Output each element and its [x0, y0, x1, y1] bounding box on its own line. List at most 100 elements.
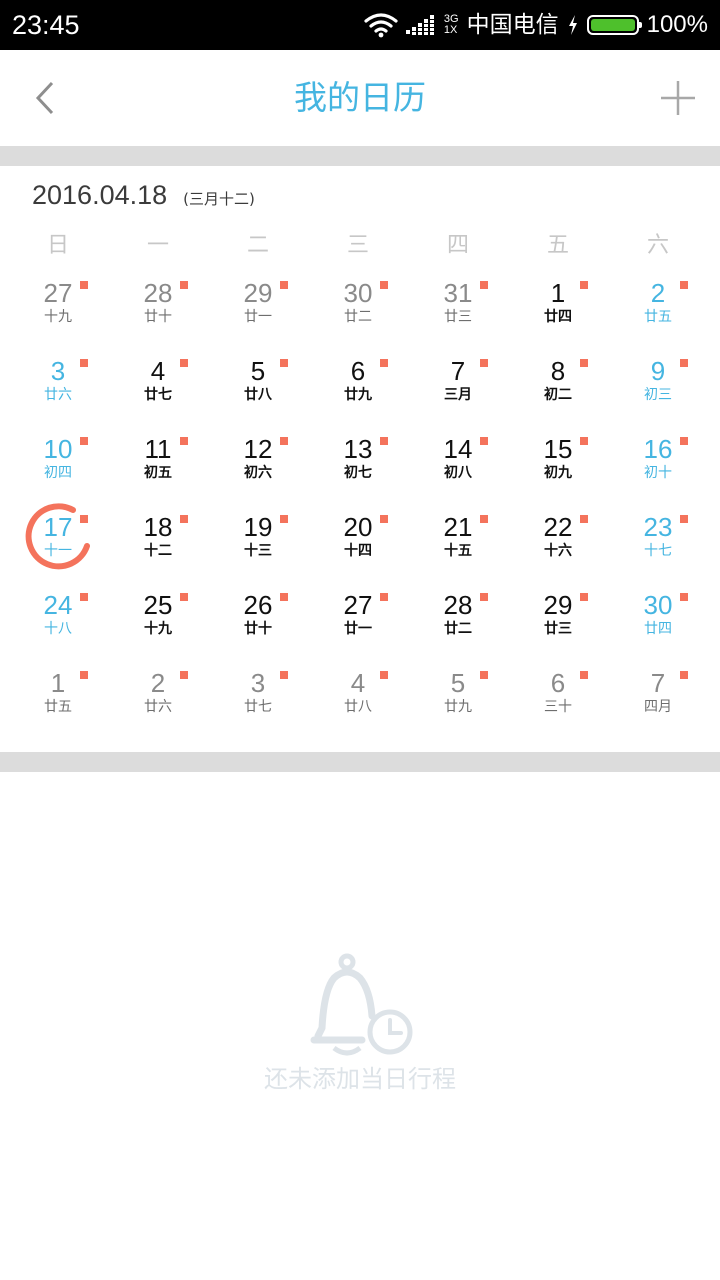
day-number: 7: [450, 356, 466, 386]
empty-schedule-text: 还未添加当日行程: [264, 1065, 456, 1093]
day-lunar-label: 廿五: [44, 699, 72, 715]
calendar-day[interactable]: 31 廿三: [408, 268, 508, 346]
day-lunar-label: 十五: [444, 543, 472, 559]
calendar-day[interactable]: 27 十九: [8, 268, 108, 346]
calendar-day[interactable]: 2 廿五: [608, 268, 708, 346]
day-lunar-label: 初八: [444, 465, 472, 481]
calendar-grid: 27 十九 28 廿十 29 廿一 30 廿二 31 廿三 1 廿四 2 廿五 3 廿六 4 廿七 5 廿八 6 廿九 7 三…: [8, 268, 708, 736]
day-lunar-label: 初二: [544, 387, 572, 403]
day-lunar-label: 十三: [244, 543, 272, 559]
calendar-day[interactable]: 6 廿九: [308, 346, 408, 424]
calendar-day[interactable]: 22 十六: [508, 502, 608, 580]
day-number: 27: [43, 278, 73, 308]
calendar-day[interactable]: 6 三十: [508, 658, 608, 736]
calendar-day[interactable]: 3 廿六: [8, 346, 108, 424]
day-number: 14: [443, 434, 473, 464]
day-lunar-label: 廿四: [644, 621, 672, 637]
day-number: 11: [144, 434, 172, 464]
day-number: 28: [443, 590, 473, 620]
calendar-day[interactable]: 7 三月: [408, 346, 508, 424]
calendar-day[interactable]: 3 廿七: [208, 658, 308, 736]
calendar-day[interactable]: 15 初九: [508, 424, 608, 502]
calendar-week-row: 27 十九 28 廿十 29 廿一 30 廿二 31 廿三 1 廿四 2 廿五: [8, 268, 708, 346]
day-number: 7: [650, 668, 666, 698]
calendar-day[interactable]: 30 廿二: [308, 268, 408, 346]
day-number: 2: [150, 668, 166, 698]
event-marker: [680, 281, 688, 289]
calendar-day[interactable]: 12 初六: [208, 424, 308, 502]
day-lunar-label: 廿九: [344, 387, 372, 403]
calendar-day[interactable]: 17 十一: [8, 502, 108, 580]
day-number: 21: [443, 512, 473, 542]
calendar-day[interactable]: 21 十五: [408, 502, 508, 580]
day-lunar-label: 十九: [144, 621, 172, 637]
day-lunar-label: 初六: [244, 465, 272, 481]
event-marker: [280, 515, 288, 523]
calendar-day[interactable]: 26 廿十: [208, 580, 308, 658]
calendar-day[interactable]: 28 廿二: [408, 580, 508, 658]
calendar-day[interactable]: 1 廿四: [508, 268, 608, 346]
day-lunar-label: 十七: [644, 543, 672, 559]
calendar-day[interactable]: 27 廿一: [308, 580, 408, 658]
calendar-day[interactable]: 13 初七: [308, 424, 408, 502]
day-number: 4: [150, 356, 166, 386]
day-lunar-label: 廿八: [244, 387, 272, 403]
network-type: 3G 1X: [444, 14, 459, 36]
day-lunar-label: 十九: [44, 309, 72, 325]
day-number: 2: [650, 278, 666, 308]
calendar-day[interactable]: 25 十九: [108, 580, 208, 658]
weekday-label: 三: [346, 233, 369, 258]
day-lunar-label: 廿一: [244, 309, 272, 325]
day-number: 20: [343, 512, 373, 542]
calendar-day[interactable]: 7 四月: [608, 658, 708, 736]
calendar-day[interactable]: 4 廿七: [108, 346, 208, 424]
day-lunar-label: 十四: [344, 543, 372, 559]
weekday-label: 六: [646, 233, 669, 258]
day-number: 22: [543, 512, 573, 542]
calendar-day[interactable]: 30 廿四: [608, 580, 708, 658]
event-marker: [380, 437, 388, 445]
weekday-label: 二: [246, 233, 269, 258]
calendar-day[interactable]: 23 十七: [608, 502, 708, 580]
calendar-day[interactable]: 14 初八: [408, 424, 508, 502]
calendar-day[interactable]: 10 初四: [8, 424, 108, 502]
selected-date: 2016.04.18: [32, 180, 168, 210]
calendar-day-today[interactable]: 18 十二: [108, 502, 208, 580]
day-number: 9: [650, 356, 666, 386]
event-marker: [680, 359, 688, 367]
event-marker: [380, 359, 388, 367]
calendar-day[interactable]: 29 廿三: [508, 580, 608, 658]
day-lunar-label: 三十: [544, 699, 572, 715]
calendar-day[interactable]: 29 廿一: [208, 268, 308, 346]
add-button[interactable]: [658, 78, 698, 118]
calendar-day[interactable]: 5 廿九: [408, 658, 508, 736]
calendar-day[interactable]: 28 廿十: [108, 268, 208, 346]
event-marker: [680, 593, 688, 601]
day-lunar-label: 廿五: [644, 309, 672, 325]
event-marker: [180, 515, 188, 523]
calendar-day[interactable]: 11 初五: [108, 424, 208, 502]
day-number: 28: [143, 278, 173, 308]
day-number: 16: [643, 434, 673, 464]
bell-clock-icon: [310, 953, 413, 1056]
carrier-name: 中国电信: [466, 12, 559, 38]
calendar-day[interactable]: 4 廿八: [308, 658, 408, 736]
battery-percent: 100%: [646, 11, 708, 38]
plus-icon: [661, 81, 695, 115]
calendar-day[interactable]: 2 廿六: [108, 658, 208, 736]
calendar-day[interactable]: 1 廿五: [8, 658, 108, 736]
calendar-day[interactable]: 5 廿八: [208, 346, 308, 424]
calendar-day[interactable]: 24 十八: [8, 580, 108, 658]
day-lunar-label: 四月: [644, 699, 672, 715]
calendar-day[interactable]: 20 十四: [308, 502, 408, 580]
event-marker: [680, 671, 688, 679]
day-number: 17: [43, 512, 73, 542]
calendar-day[interactable]: 9 初三: [608, 346, 708, 424]
status-time: 23:45: [12, 10, 80, 40]
day-number: 5: [450, 668, 466, 698]
day-lunar-label: 初三: [644, 387, 672, 403]
calendar-day[interactable]: 19 十三: [208, 502, 308, 580]
day-lunar-label: 廿七: [144, 387, 172, 403]
calendar-day[interactable]: 16 初十: [608, 424, 708, 502]
calendar-day[interactable]: 8 初二: [508, 346, 608, 424]
